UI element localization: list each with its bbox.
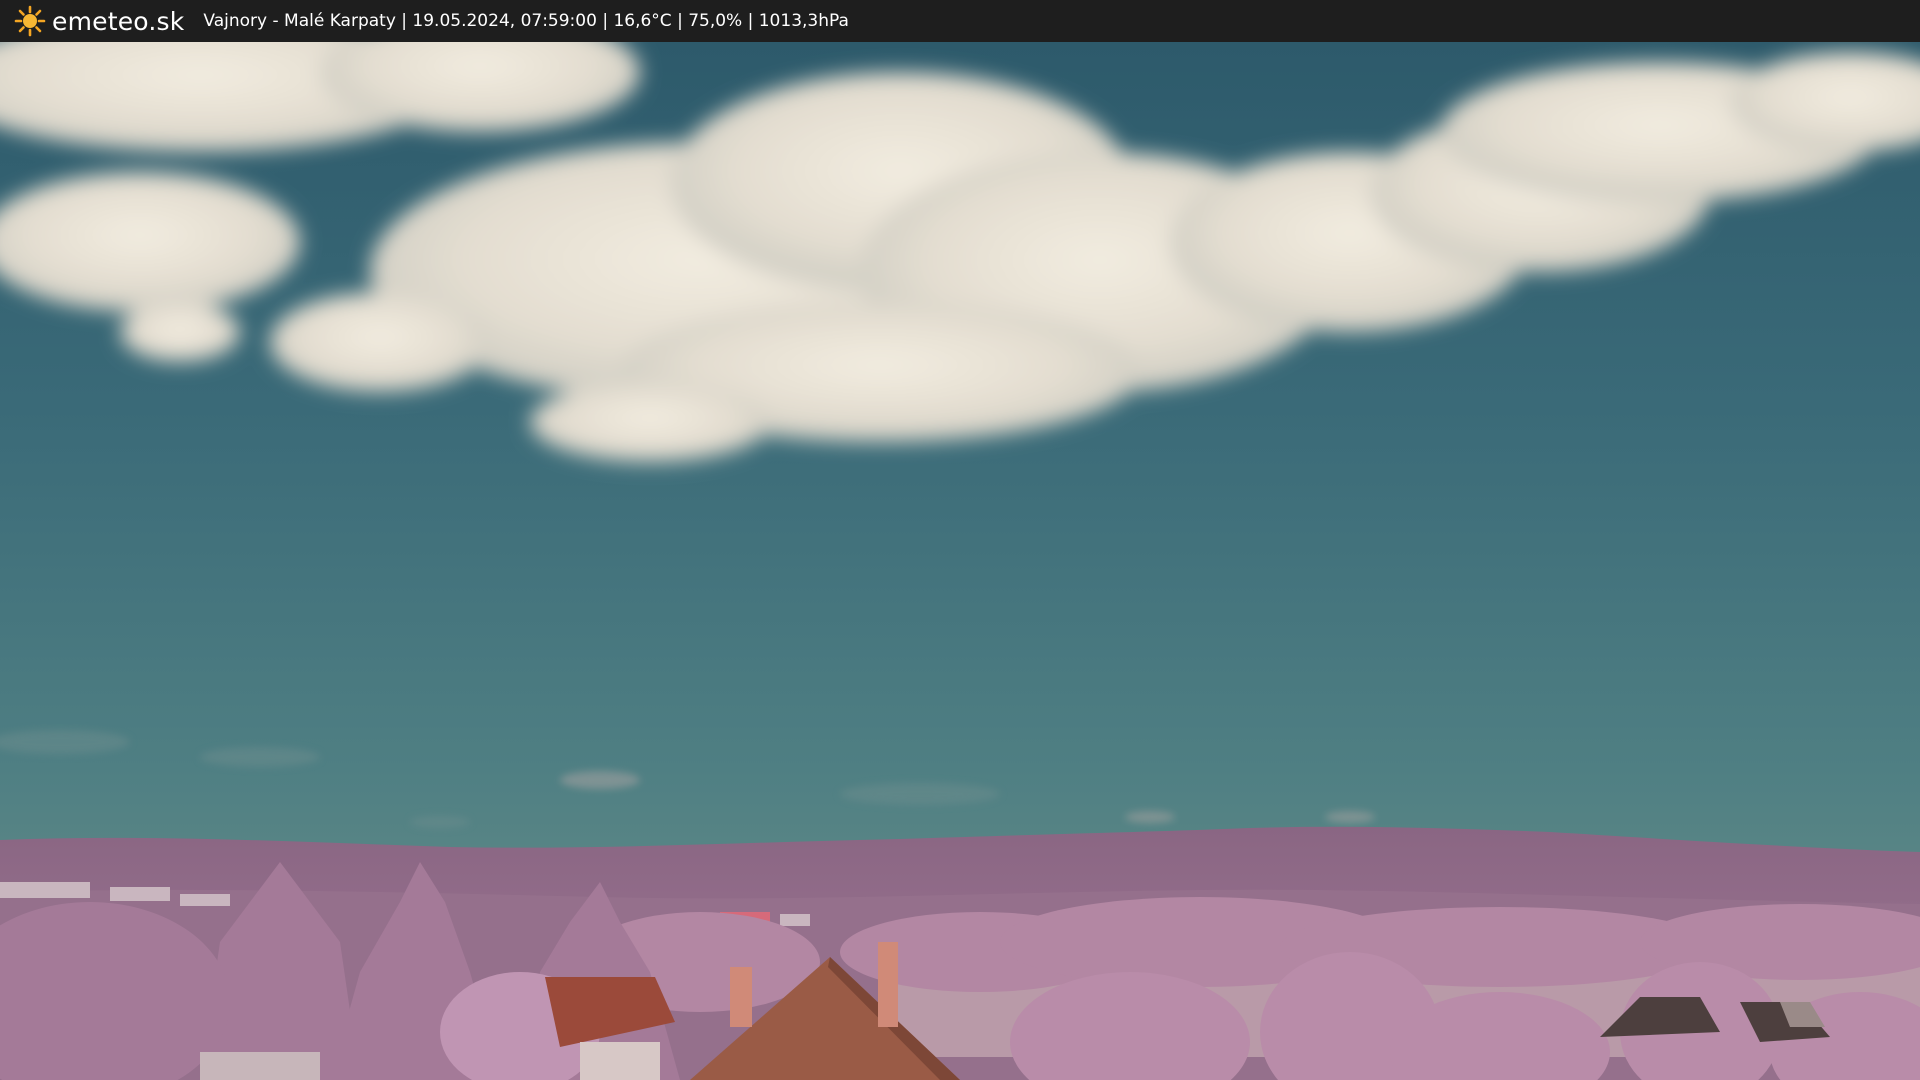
webcam-image <box>0 42 1920 1080</box>
top-bar: emeteo.sk Vajnory - Malé Karpaty | 19.05… <box>0 0 1920 42</box>
brand-name: emeteo.sk <box>52 6 185 36</box>
sun-icon <box>14 5 46 37</box>
station-caption: Vajnory - Malé Karpaty | 19.05.2024, 07:… <box>203 11 849 31</box>
webcam-frame: emeteo.sk Vajnory - Malé Karpaty | 19.05… <box>0 0 1920 1080</box>
